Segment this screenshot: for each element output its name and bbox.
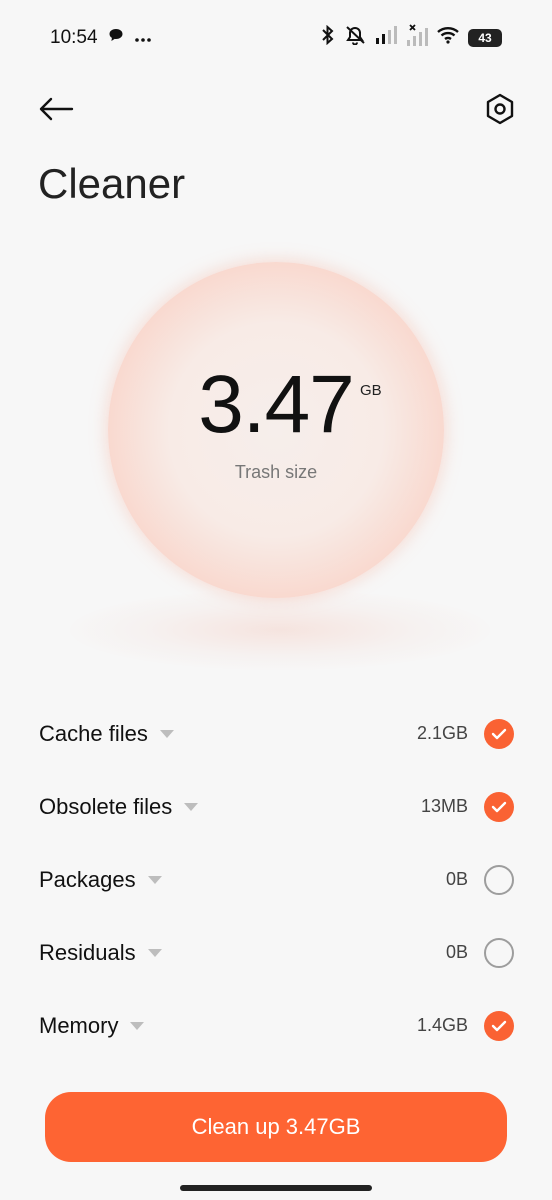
list-item-obsolete-files[interactable]: Obsolete files 13MB — [0, 770, 552, 843]
item-size: 0B — [445, 869, 468, 889]
page-title: Cleaner — [38, 160, 186, 207]
cleanup-item-list: Cache files 2.1GB Obsolete files 13MB Pa… — [0, 697, 552, 1062]
trash-size-unit: GB — [360, 382, 382, 399]
item-label: Packages — [39, 866, 136, 892]
checkbox-checked[interactable] — [484, 791, 514, 822]
trash-size-value: 3.47 — [198, 359, 355, 450]
trash-size-label: Trash size — [234, 462, 318, 482]
item-label: Obsolete files — [39, 793, 173, 819]
checkbox-checked[interactable] — [484, 1010, 514, 1041]
battery-indicator: 43 — [468, 29, 502, 47]
item-size: 2.1GB — [416, 723, 468, 743]
item-label: Memory — [39, 1012, 119, 1038]
item-label: Cache files — [39, 720, 148, 746]
chat-bubble-icon — [108, 27, 124, 49]
clean-up-button[interactable]: Clean up 3.47GB — [45, 1092, 507, 1162]
dropdown-caret-icon[interactable] — [147, 875, 162, 884]
bluetooth-icon — [321, 24, 335, 51]
wifi-icon — [437, 26, 459, 50]
more-dots-icon — [134, 27, 152, 49]
status-time: 10:54 — [50, 27, 98, 48]
settings-hexagon-icon — [485, 93, 515, 130]
list-item-cache-files[interactable]: Cache files 2.1GB — [0, 697, 552, 770]
status-bar: 10:54 43 — [0, 0, 552, 76]
list-item-packages[interactable]: Packages 0B — [0, 843, 552, 916]
status-left: 10:54 — [50, 27, 152, 49]
checkbox-unchecked[interactable] — [484, 937, 514, 968]
item-size: 0B — [445, 942, 468, 962]
item-size: 13MB — [420, 796, 468, 816]
dropdown-caret-icon[interactable] — [147, 948, 162, 957]
back-button[interactable] — [31, 86, 81, 136]
dropdown-caret-icon[interactable] — [184, 802, 199, 811]
settings-button[interactable] — [475, 86, 525, 136]
checkbox-unchecked[interactable] — [484, 864, 514, 895]
arrow-left-icon — [38, 97, 74, 126]
list-item-residuals[interactable]: Residuals 0B — [0, 916, 552, 989]
status-right: 43 — [321, 24, 502, 52]
item-label: Residuals — [39, 939, 136, 965]
home-indicator[interactable] — [180, 1185, 372, 1191]
dropdown-caret-icon[interactable] — [130, 1021, 145, 1030]
signal-no-service-icon — [406, 24, 428, 52]
signal-icon — [375, 26, 397, 50]
orb-shadow — [70, 590, 490, 670]
list-item-memory[interactable]: Memory 1.4GB — [0, 989, 552, 1062]
checkbox-checked[interactable] — [484, 718, 514, 749]
trash-summary-orb: 3.47 GB Trash size — [108, 262, 444, 598]
mute-icon — [344, 25, 366, 51]
dropdown-caret-icon[interactable] — [159, 729, 174, 738]
item-size: 1.4GB — [416, 1015, 468, 1035]
